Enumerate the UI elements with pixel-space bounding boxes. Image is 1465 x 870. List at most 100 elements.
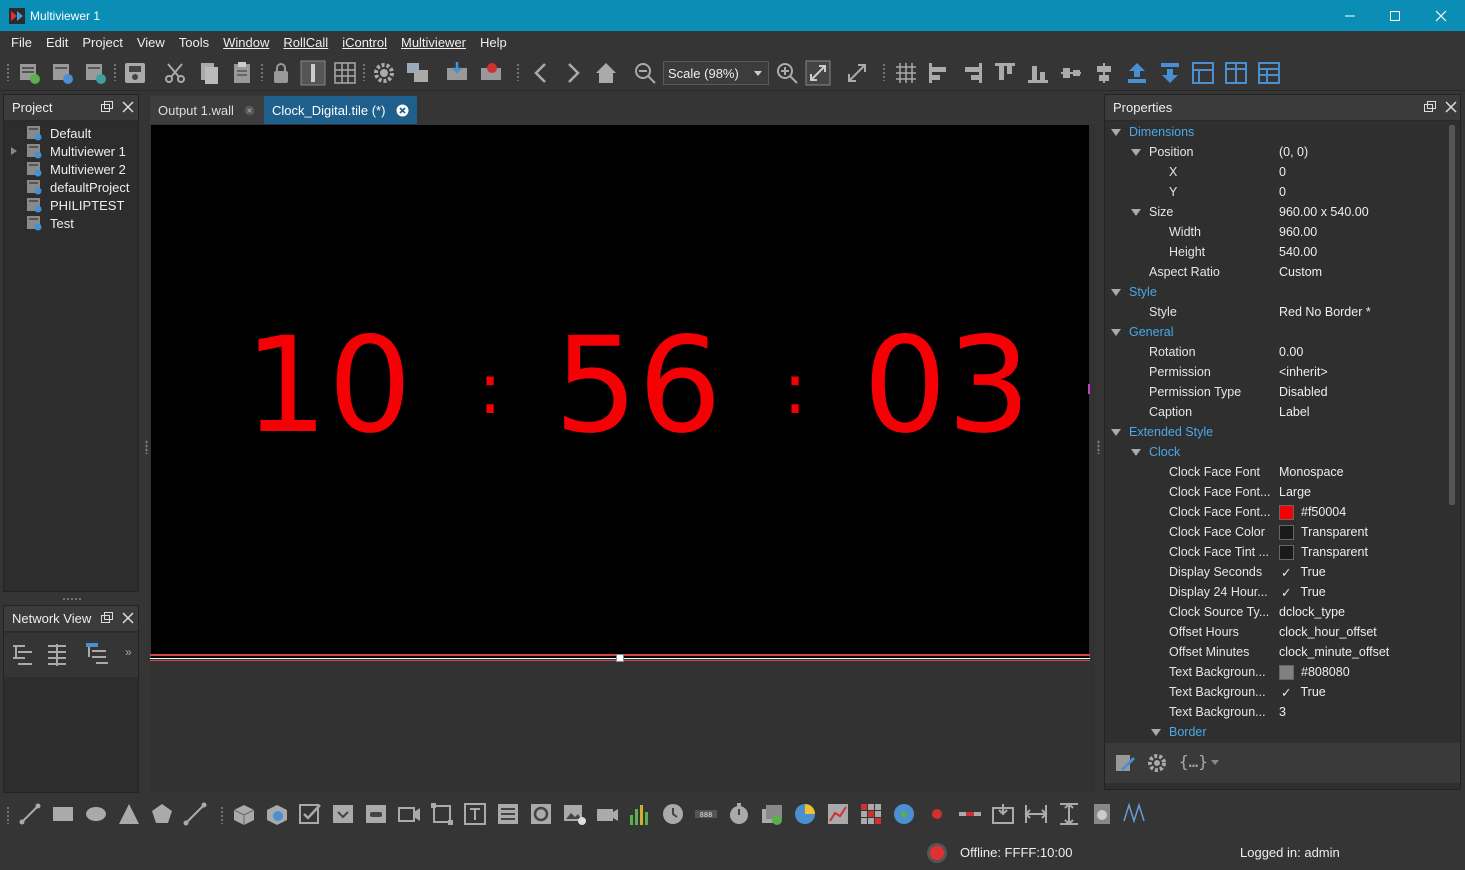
properties-scrollbar[interactable] bbox=[1449, 125, 1455, 505]
audio-meter-icon[interactable] bbox=[627, 801, 653, 827]
property-row[interactable]: Clock Source Ty... dclock_type bbox=[1105, 602, 1447, 622]
resize-handle[interactable] bbox=[1088, 384, 1090, 394]
property-row[interactable]: Y0 bbox=[1105, 182, 1447, 202]
list-tool-icon[interactable] bbox=[495, 801, 521, 827]
vertical-span-icon[interactable] bbox=[1056, 801, 1082, 827]
menu-window[interactable]: Window bbox=[216, 35, 276, 50]
property-group-row[interactable]: Style bbox=[1105, 282, 1447, 302]
color-swatch[interactable] bbox=[1279, 544, 1294, 560]
menu-project[interactable]: Project bbox=[75, 35, 129, 50]
camera-tool-icon[interactable] bbox=[594, 801, 620, 827]
save-icon[interactable] bbox=[122, 60, 148, 86]
expand-triangle-icon[interactable] bbox=[1151, 729, 1161, 736]
expand-triangle-icon[interactable] bbox=[1111, 429, 1121, 436]
property-row[interactable]: Aspect Ratio Custom bbox=[1105, 262, 1447, 282]
chevron-right-icon[interactable] bbox=[10, 147, 18, 155]
property-value[interactable]: Disabled bbox=[1279, 385, 1328, 399]
tab-output-1-wall[interactable]: Output 1.wall bbox=[150, 96, 264, 124]
timer-badge-icon[interactable] bbox=[1089, 801, 1115, 827]
tree-expand-icon[interactable] bbox=[10, 641, 36, 667]
property-value[interactable]: clock_hour_offset bbox=[1279, 625, 1377, 639]
property-value[interactable]: 0 bbox=[1279, 165, 1286, 179]
property-value[interactable]: 960.00 bbox=[1279, 225, 1317, 239]
toolbar-grip[interactable] bbox=[220, 806, 224, 824]
color-swatch[interactable] bbox=[1279, 504, 1294, 520]
property-group-row[interactable]: General bbox=[1105, 322, 1447, 342]
property-row[interactable]: Style Red No Border * bbox=[1105, 302, 1447, 322]
menu-rollcall[interactable]: RollCall bbox=[276, 35, 335, 50]
float-panel-icon[interactable] bbox=[100, 100, 114, 114]
resize-handle[interactable] bbox=[616, 654, 624, 662]
property-row[interactable]: Clock Face Font Monospace bbox=[1105, 462, 1447, 482]
property-value[interactable]: Monospace bbox=[1279, 465, 1344, 479]
float-panel-icon[interactable] bbox=[1423, 100, 1437, 114]
menu-multiviewer[interactable]: Multiviewer bbox=[394, 35, 473, 50]
save-layout-icon[interactable] bbox=[83, 60, 109, 86]
property-row[interactable]: Text Backgroun... #808080 bbox=[1105, 662, 1447, 682]
property-value[interactable]: 540.00 bbox=[1279, 245, 1317, 259]
ellipse-tool-icon[interactable] bbox=[83, 801, 109, 827]
color-swatch[interactable] bbox=[1279, 524, 1294, 540]
property-value[interactable]: Label bbox=[1279, 405, 1310, 419]
property-value[interactable]: Custom bbox=[1279, 265, 1322, 279]
property-row[interactable]: Clock Face Color Transparent bbox=[1105, 522, 1447, 542]
tab-close-icon[interactable] bbox=[244, 105, 255, 116]
menu-edit[interactable]: Edit bbox=[39, 35, 75, 50]
toolbar-grip[interactable] bbox=[6, 63, 10, 81]
menu-icontrol[interactable]: iControl bbox=[335, 35, 394, 50]
close-panel-icon[interactable] bbox=[1444, 100, 1458, 114]
toolbar-grip[interactable] bbox=[362, 63, 366, 81]
tree-hierarchy-icon[interactable] bbox=[84, 641, 110, 667]
record-icon[interactable] bbox=[924, 801, 950, 827]
image-tool-icon[interactable] bbox=[561, 801, 587, 827]
layout-grid-icon[interactable] bbox=[1190, 60, 1216, 86]
tree-collapse-icon[interactable] bbox=[44, 641, 70, 667]
polyline-tool-icon[interactable] bbox=[182, 801, 208, 827]
property-row[interactable]: Clock Face Font... Large bbox=[1105, 482, 1447, 502]
waveform-icon[interactable] bbox=[1122, 801, 1148, 827]
menu-tools[interactable]: Tools bbox=[172, 35, 216, 50]
pie-chart-icon[interactable] bbox=[792, 801, 818, 827]
property-row[interactable]: X0 bbox=[1105, 162, 1447, 182]
close-panel-icon[interactable] bbox=[121, 611, 135, 625]
box-3d-icon[interactable] bbox=[231, 801, 257, 827]
property-row[interactable]: Rotation 0.00 bbox=[1105, 342, 1447, 362]
user-box-icon[interactable] bbox=[264, 801, 290, 827]
property-row[interactable]: Caption Label bbox=[1105, 402, 1447, 422]
color-swatch[interactable] bbox=[1279, 664, 1294, 680]
layout-columns-icon[interactable] bbox=[1223, 60, 1249, 86]
snap-icon[interactable] bbox=[300, 60, 326, 86]
property-value[interactable]: ✓ True bbox=[1279, 565, 1326, 580]
property-row[interactable]: Permission Type Disabled bbox=[1105, 382, 1447, 402]
toolbar-grip[interactable] bbox=[516, 63, 520, 81]
toggle-tool-icon[interactable] bbox=[363, 801, 389, 827]
zoom-fit-icon[interactable] bbox=[805, 60, 831, 86]
fullscreen-icon[interactable] bbox=[844, 60, 870, 86]
edit-icon[interactable] bbox=[1113, 751, 1137, 775]
tab-clock-digital-tile[interactable]: Clock_Digital.tile (*) bbox=[264, 96, 417, 124]
forward-arrow-icon[interactable] bbox=[560, 60, 586, 86]
dropdown-tool-icon[interactable] bbox=[330, 801, 356, 827]
toolbar-grip[interactable] bbox=[6, 806, 10, 824]
property-row[interactable]: Display Seconds ✓ True bbox=[1105, 562, 1447, 582]
toolbar-grip[interactable] bbox=[113, 63, 117, 81]
checkmark-icon[interactable]: ✓ bbox=[1281, 685, 1291, 700]
overflow-chevron-icon[interactable]: » bbox=[125, 645, 132, 659]
menu-help[interactable]: Help bbox=[473, 35, 514, 50]
circle-tool-icon[interactable] bbox=[528, 801, 554, 827]
property-value[interactable]: 960.00 x 540.00 bbox=[1279, 205, 1369, 219]
zoom-out-icon[interactable] bbox=[632, 60, 658, 86]
grid-icon[interactable] bbox=[332, 60, 358, 86]
property-row[interactable]: Clock Face Font... #f50004 bbox=[1105, 502, 1447, 522]
property-row[interactable]: Size 960.00 x 540.00 bbox=[1105, 202, 1447, 222]
menu-view[interactable]: View bbox=[130, 35, 172, 50]
property-value[interactable]: Transparent bbox=[1279, 544, 1368, 560]
lock-icon[interactable] bbox=[268, 60, 294, 86]
property-value[interactable]: <inherit> bbox=[1279, 365, 1328, 379]
line-tool-icon[interactable] bbox=[17, 801, 43, 827]
align-bottom-icon[interactable] bbox=[1025, 60, 1051, 86]
property-row[interactable]: Permission <inherit> bbox=[1105, 362, 1447, 382]
property-row[interactable]: Text Backgroun... ✓ True bbox=[1105, 682, 1447, 702]
close-panel-icon[interactable] bbox=[121, 100, 135, 114]
open-layout-icon[interactable] bbox=[50, 60, 76, 86]
